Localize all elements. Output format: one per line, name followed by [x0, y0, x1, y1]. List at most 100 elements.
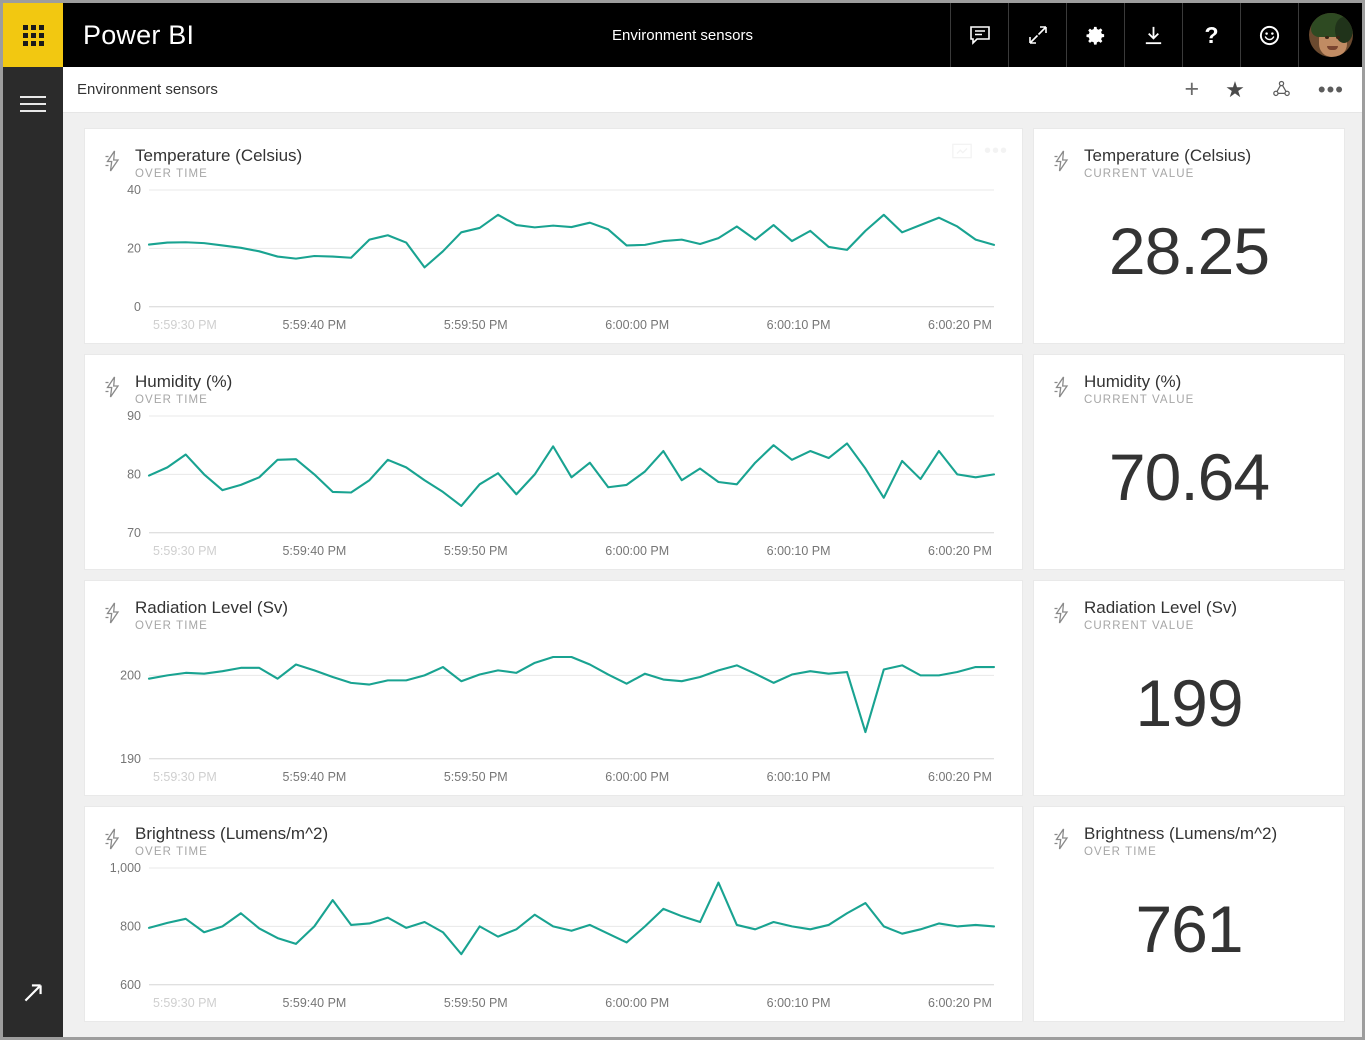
svg-text:6:00:10 PM: 6:00:10 PM	[767, 544, 831, 558]
svg-text:5:59:40 PM: 5:59:40 PM	[282, 318, 346, 332]
share-icon	[1271, 79, 1292, 100]
feedback-icon[interactable]	[950, 3, 1008, 67]
dashboard-grid: ••• Temperature (Celsius)	[63, 113, 1362, 1037]
tile-subtitle: CURRENT VALUE	[1084, 394, 1194, 406]
tile-brightness-chart[interactable]: Brightness (Lumens/m^2) OVER TIME 600 800…	[85, 807, 1022, 1021]
kpi-value: 28.25	[1052, 180, 1326, 333]
plus-icon: +	[1185, 77, 1200, 102]
lightning-bolt-icon	[1052, 827, 1072, 856]
favorite-button[interactable]: ★	[1225, 79, 1245, 101]
tile-header: Brightness (Lumens/m^2) OVER TIME	[1052, 823, 1326, 858]
svg-text:6:00:20 PM: 6:00:20 PM	[928, 544, 992, 558]
svg-text:6:00:20 PM: 6:00:20 PM	[928, 770, 992, 784]
dashboard-content: Environment sensors + ★	[63, 67, 1362, 1037]
svg-text:1,000: 1,000	[110, 861, 141, 875]
svg-text:20: 20	[127, 242, 141, 256]
tile-header: Humidity (%) OVER TIME	[103, 371, 1004, 406]
tile-title-group: Radiation Level (Sv) CURRENT VALUE	[1084, 597, 1237, 632]
svg-text:6:00:00 PM: 6:00:00 PM	[605, 544, 669, 558]
brand-label[interactable]: Power BI	[63, 3, 194, 67]
svg-text:5:59:50 PM: 5:59:50 PM	[444, 770, 508, 784]
expand-sidebar-icon[interactable]	[12, 972, 54, 1019]
add-tile-button[interactable]: +	[1185, 77, 1200, 102]
left-sidebar	[3, 67, 63, 1037]
svg-text:6:00:10 PM: 6:00:10 PM	[767, 318, 831, 332]
tile-title-group: Humidity (%) OVER TIME	[135, 371, 232, 406]
star-icon: ★	[1225, 79, 1245, 101]
gear-icon[interactable]	[1066, 3, 1124, 67]
lightning-bolt-icon	[103, 827, 123, 856]
svg-text:5:59:50 PM: 5:59:50 PM	[444, 544, 508, 558]
kpi-value: 70.64	[1052, 406, 1326, 559]
svg-text:5:59:30 PM: 5:59:30 PM	[153, 770, 217, 784]
expand-icon[interactable]	[1008, 3, 1066, 67]
tile-header: Brightness (Lumens/m^2) OVER TIME	[103, 823, 1004, 858]
tile-radiation-kpi[interactable]: Radiation Level (Sv) CURRENT VALUE 199	[1034, 581, 1344, 795]
kpi-value: 761	[1052, 858, 1326, 1011]
breadcrumb-bar: Environment sensors + ★	[63, 67, 1362, 113]
svg-text:5:59:40 PM: 5:59:40 PM	[282, 996, 346, 1010]
chart-tile-column: ••• Temperature (Celsius)	[85, 129, 1022, 1021]
tile-title-group: Humidity (%) CURRENT VALUE	[1084, 371, 1194, 406]
help-icon[interactable]: ?	[1182, 3, 1240, 67]
breadcrumb-actions: + ★ •••	[1185, 77, 1344, 102]
user-avatar[interactable]	[1298, 3, 1362, 67]
tile-title-group: Temperature (Celsius) OVER TIME	[135, 145, 302, 180]
svg-text:6:00:00 PM: 6:00:00 PM	[605, 318, 669, 332]
more-options-button[interactable]: •••	[1318, 84, 1344, 95]
breadcrumb[interactable]: Environment sensors	[77, 81, 218, 98]
tile-ellipsis-icon[interactable]: •••	[984, 145, 1008, 157]
svg-text:6:00:10 PM: 6:00:10 PM	[767, 996, 831, 1010]
kpi-tile-column: Temperature (Celsius) CURRENT VALUE 28.2…	[1034, 129, 1344, 1021]
svg-text:5:59:40 PM: 5:59:40 PM	[282, 770, 346, 784]
svg-text:600: 600	[120, 978, 141, 992]
svg-text:6:00:00 PM: 6:00:00 PM	[605, 996, 669, 1010]
line-chart-temperature: 020405:59:30 PM5:59:40 PM5:59:50 PM6:00:…	[103, 182, 1004, 337]
smiley-icon[interactable]	[1240, 3, 1298, 67]
tile-subtitle: OVER TIME	[135, 168, 302, 180]
avatar-image	[1309, 13, 1353, 57]
svg-text:0: 0	[134, 300, 141, 314]
svg-text:800: 800	[120, 920, 141, 934]
lightning-bolt-icon	[103, 375, 123, 404]
app-launcher-grid	[23, 25, 44, 46]
tile-humidity-chart[interactable]: Humidity (%) OVER TIME 7080905:59:30 PM5…	[85, 355, 1022, 569]
topbar-actions: ?	[950, 3, 1362, 67]
app-launcher-icon[interactable]	[3, 3, 63, 67]
tile-header: Humidity (%) CURRENT VALUE	[1052, 371, 1326, 406]
svg-text:5:59:40 PM: 5:59:40 PM	[282, 544, 346, 558]
tile-temperature-chart[interactable]: ••• Temperature (Celsius)	[85, 129, 1022, 343]
tile-subtitle: OVER TIME	[135, 620, 288, 632]
tile-header: Temperature (Celsius) OVER TIME	[103, 145, 1004, 180]
tile-title: Radiation Level (Sv)	[1084, 597, 1237, 618]
tile-subtitle: OVER TIME	[135, 394, 232, 406]
tile-title-group: Brightness (Lumens/m^2) OVER TIME	[135, 823, 328, 858]
tile-temperature-kpi[interactable]: Temperature (Celsius) CURRENT VALUE 28.2…	[1034, 129, 1344, 343]
ellipsis-icon: •••	[1318, 84, 1344, 95]
download-icon[interactable]	[1124, 3, 1182, 67]
tile-subtitle: CURRENT VALUE	[1084, 168, 1251, 180]
kpi-value: 199	[1052, 632, 1326, 785]
line-chart-radiation: 1902005:59:30 PM5:59:40 PM5:59:50 PM6:00…	[103, 634, 1004, 789]
svg-text:70: 70	[127, 526, 141, 540]
line-chart-brightness: 6008001,0005:59:30 PM5:59:40 PM5:59:50 P…	[103, 860, 1004, 1015]
svg-text:5:59:30 PM: 5:59:30 PM	[153, 318, 217, 332]
tile-humidity-kpi[interactable]: Humidity (%) CURRENT VALUE 70.64	[1034, 355, 1344, 569]
svg-text:190: 190	[120, 752, 141, 766]
top-navigation-bar: Power BI Environment sensors	[3, 3, 1362, 67]
svg-text:90: 90	[127, 409, 141, 423]
tile-hover-actions[interactable]: •••	[952, 143, 1008, 159]
share-button[interactable]	[1271, 79, 1292, 100]
app-body: Environment sensors + ★	[3, 67, 1362, 1037]
tile-title: Temperature (Celsius)	[1084, 145, 1251, 166]
tile-title: Brightness (Lumens/m^2)	[1084, 823, 1277, 844]
tile-brightness-kpi[interactable]: Brightness (Lumens/m^2) OVER TIME 761	[1034, 807, 1344, 1021]
tile-title: Humidity (%)	[1084, 371, 1194, 392]
tile-header: Radiation Level (Sv) CURRENT VALUE	[1052, 597, 1326, 632]
focus-mode-icon[interactable]	[952, 143, 972, 159]
lightning-bolt-icon	[1052, 149, 1072, 178]
tile-header: Radiation Level (Sv) OVER TIME	[103, 597, 1004, 632]
lightning-bolt-icon	[103, 601, 123, 630]
hamburger-menu-icon[interactable]	[14, 85, 52, 123]
tile-radiation-chart[interactable]: Radiation Level (Sv) OVER TIME 1902005:5…	[85, 581, 1022, 795]
